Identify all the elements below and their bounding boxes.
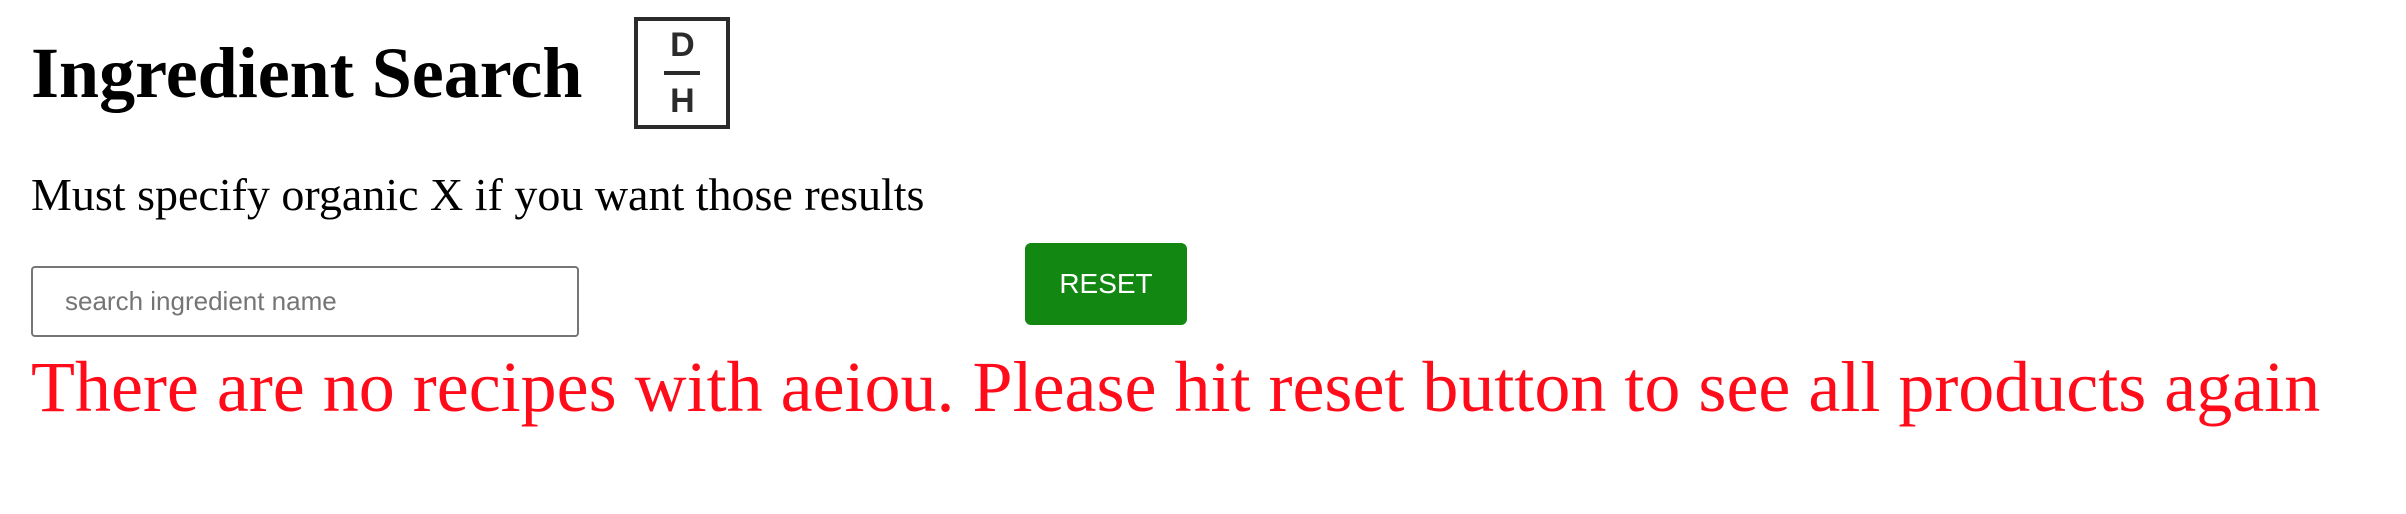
reset-button[interactable]: RESET [1025,243,1187,325]
logo-divider [664,71,701,75]
dh-logo: D H [634,17,731,129]
logo-bottom-letter: H [670,82,695,120]
no-results-message: There are no recipes with aeiou. Please … [31,347,2321,427]
page-title: Ingredient Search [31,33,583,113]
logo-top-letter: D [670,26,695,64]
organic-notice: Must specify organic X if you want those… [31,169,925,220]
ingredient-search-input[interactable] [31,266,579,337]
header: Ingredient Search D H [31,14,731,132]
